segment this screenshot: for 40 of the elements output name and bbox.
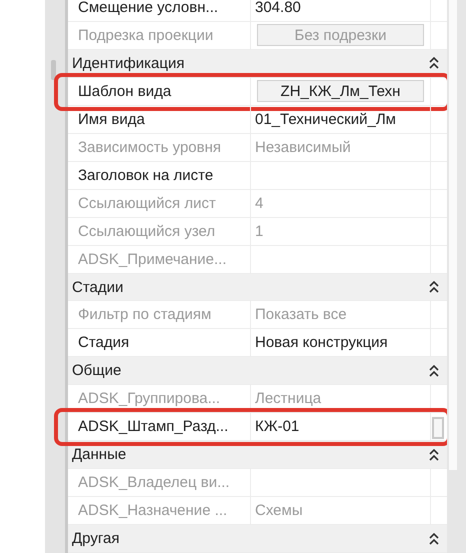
value-text: 1 [255,222,264,240]
group-title: Идентификация [72,54,184,72]
property-label: Ссылающийся лист [78,194,216,212]
collapse-chevron-icon[interactable] [429,57,439,70]
value-text: Лестница [255,390,322,408]
group-header[interactable]: Другая [68,525,447,553]
group-title: Данные [72,446,126,464]
value-text: 01_Технический_Лм [255,110,396,128]
collapse-chevron-icon[interactable] [429,532,439,545]
group-title: Стадии [72,278,124,296]
property-label: ADSK_Назначение ... [78,502,228,520]
property-label: Шаблон вида [78,82,172,100]
collapse-chevron-icon[interactable] [429,281,439,293]
property-label: Зависимость уровня [78,138,222,156]
property-label: ADSK_Штамп_Разд... [78,418,228,436]
group-title: Другая [72,530,120,548]
value-text: Новая конструкция [255,334,388,352]
value-text: Показать все [255,306,347,324]
property-label: Смещение условн... [78,0,218,16]
group-title: Общие [72,362,122,380]
value-text: Схемы [255,502,303,520]
property-label: Ссылающийся узел [78,222,216,240]
property-label: Заголовок на листе [78,166,214,184]
collapse-chevron-icon[interactable] [429,448,439,461]
value-button[interactable]: ZH_КЖ_Лм_Техн [257,80,424,102]
property-label: ADSK_Примечание... [78,250,227,268]
value-text[interactable]: КЖ-01 [255,418,300,436]
collapse-chevron-icon[interactable] [429,364,439,377]
property-label: Подрезка проекции [78,26,214,44]
value-text: Независимый [255,138,351,156]
property-label: Стадия [78,334,130,352]
property-label: Имя вида [78,110,145,128]
value-text: 4 [255,194,264,212]
value-text: 304.80 [255,0,301,16]
group-header[interactable]: Стадии [68,274,447,302]
property-label: ADSK_Владелец ви... [78,474,230,492]
resize-grip-icon[interactable] [51,60,56,80]
group-header[interactable]: Общие [68,357,447,386]
property-label: ADSK_Группирова... [78,390,220,408]
property-label: Фильтр по стадиям [78,306,212,324]
